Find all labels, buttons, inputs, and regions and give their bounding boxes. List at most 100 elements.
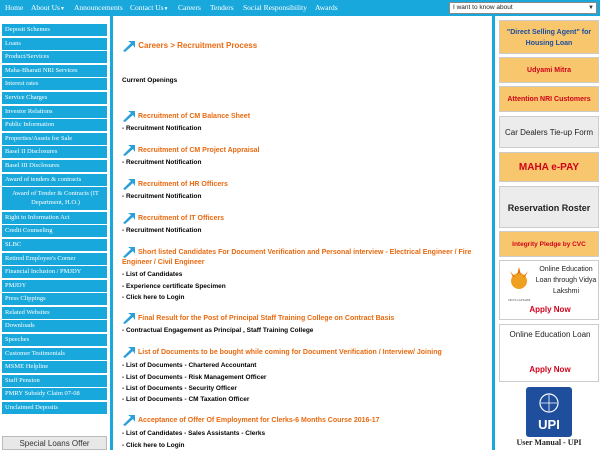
opening-link[interactable]: - List of Documents - Risk Management Of… xyxy=(122,374,266,381)
sidebar-item[interactable]: Customer Testimonials xyxy=(2,347,107,360)
know-about-select-value: I want to know about xyxy=(453,4,513,11)
opening-heading-text: Recruitment of CM Balance Sheet xyxy=(138,112,251,120)
opening-heading-link[interactable]: Recruitment of CM Project Appraisal xyxy=(122,144,260,156)
nri-customers-banner[interactable]: Attention NRI Customers xyxy=(499,86,599,112)
opening-heading-link[interactable]: Short listed Candidates For Document Ver… xyxy=(122,246,482,268)
opening-link[interactable]: - Experience certificate Specimen xyxy=(122,283,226,290)
arrow-icon xyxy=(122,246,136,258)
education-apply-now: Apply Now xyxy=(529,365,571,374)
sidebar-item[interactable]: Related Websites xyxy=(2,306,107,319)
arrow-icon xyxy=(122,178,136,190)
left-divider xyxy=(110,16,113,450)
opening-link[interactable]: - List of Documents - CM Taxation Office… xyxy=(122,396,249,403)
nav-careers[interactable]: Careers xyxy=(178,0,201,16)
opening-link[interactable]: - Recruitment Notification xyxy=(122,193,201,200)
sidebar-item[interactable]: Deposit Schemes xyxy=(2,24,107,36)
upi-logo: UPI xyxy=(526,387,572,437)
opening-heading-link[interactable]: List of Documents to be bought while com… xyxy=(122,346,442,358)
nav-announcements[interactable]: Announcements xyxy=(74,0,123,16)
left-sidebar: Deposit Schemes Loans Product/Services Maha… xyxy=(2,24,107,416)
car-dealers-tieup-banner[interactable]: Car Dealers Tie-up Form xyxy=(499,116,599,148)
vidya-lakshmi-banner[interactable]: VIDYA LAKSHMI Online Education Loan thro… xyxy=(499,260,599,320)
opening-link[interactable]: - Contractual Engagement as Principal , … xyxy=(122,327,313,334)
sidebar-item[interactable]: SLBC xyxy=(2,238,107,251)
nav-tenders[interactable]: Tenders xyxy=(210,0,234,16)
maha-epay-banner[interactable]: MAHA e-PAY xyxy=(499,152,599,182)
chevron-down-icon: ▼ xyxy=(59,7,65,12)
sidebar-item[interactable]: Downloads xyxy=(2,320,107,333)
sidebar-item[interactable]: Staff Pension xyxy=(2,374,107,387)
nav-about-us[interactable]: About Us▼ xyxy=(31,0,65,16)
reservation-roster-banner[interactable]: Reservation Roster xyxy=(499,186,599,228)
sidebar-item[interactable]: Loans xyxy=(2,37,107,50)
arrow-icon xyxy=(122,346,136,358)
right-divider xyxy=(492,16,495,450)
sidebar-item[interactable]: Financial Inclusion / PMJDY xyxy=(2,266,107,279)
opening-heading-link[interactable]: Recruitment of IT Officers xyxy=(122,212,224,224)
sidebar-item[interactable]: Interest rates xyxy=(2,78,107,91)
special-loans-offer[interactable]: Special Loans Offer xyxy=(2,436,107,450)
arrow-icon xyxy=(122,414,136,426)
opening-heading-link[interactable]: Recruitment of HR Officers xyxy=(122,178,228,190)
upi-logo-text: UPI xyxy=(538,417,560,432)
sidebar-item[interactable]: Retired Employee's Corner xyxy=(2,252,107,265)
sidebar-item[interactable]: PMRY Subsidy Claim 07-08 xyxy=(2,388,107,401)
sidebar-item[interactable]: PMJDY xyxy=(2,279,107,292)
sidebar-item[interactable]: Credit Counseling xyxy=(2,225,107,238)
upi-banner[interactable]: UPI User Manual - UPI xyxy=(499,385,599,450)
opening-link[interactable]: - Recruitment Notification xyxy=(122,159,201,166)
udyami-mitra-banner[interactable]: Udyami Mitra xyxy=(499,57,599,83)
nav-about-us-label: About Us xyxy=(31,3,60,12)
opening-heading-link[interactable]: Recruitment of CM Balance Sheet xyxy=(122,110,250,122)
sidebar-item[interactable]: Award of tenders & contracts xyxy=(2,173,107,186)
opening-link[interactable]: - Recruitment Notification xyxy=(122,227,201,234)
opening-link[interactable]: - Recruitment Notification xyxy=(122,125,201,132)
breadcrumb: Careers > Recruitment Process xyxy=(122,40,257,52)
sidebar-item[interactable]: Unclaimed Deposits xyxy=(2,402,107,415)
sidebar-item[interactable]: Public Information xyxy=(2,119,107,132)
dsa-housing-loan-banner[interactable]: "Direct Selling Agent" for Housing Loan xyxy=(499,20,599,54)
current-openings-label: Current Openings xyxy=(122,77,178,84)
vidya-lakshmi-text: Online Education Loan through Vidya Laks… xyxy=(535,266,597,295)
nav-home[interactable]: Home xyxy=(5,0,23,16)
opening-heading-text: Final Result for the Post of Principal S… xyxy=(138,314,395,322)
opening-heading-link[interactable]: Final Result for the Post of Principal S… xyxy=(122,312,394,324)
online-education-loan-banner[interactable]: Online Education Loan Apply Now xyxy=(499,324,599,382)
sidebar-item[interactable]: Maha-Bharati NRI Services xyxy=(2,64,107,77)
sidebar-item[interactable]: Product/Services xyxy=(2,51,107,64)
opening-heading-text: Acceptance of Offer Of Employment for Cl… xyxy=(138,416,380,424)
sidebar-item[interactable]: Basel III Disclosures xyxy=(2,159,107,172)
chevron-down-icon: ▼ xyxy=(163,7,169,12)
opening-heading-text: Short listed Candidates For Document Ver… xyxy=(122,248,472,266)
opening-link[interactable]: - List of Candidates - Sales Assistants … xyxy=(122,430,265,437)
sidebar-item[interactable]: Investor Relations xyxy=(2,105,107,118)
arrow-icon xyxy=(122,144,136,156)
nav-awards[interactable]: Awards xyxy=(315,0,338,16)
online-education-loan-text: Online Education Loan xyxy=(509,330,591,339)
upi-user-manual-text: User Manual - UPI xyxy=(516,438,582,447)
sidebar-item[interactable]: Right to Information Act xyxy=(2,211,107,224)
nav-contact-us[interactable]: Contact Us▼ xyxy=(130,0,169,16)
sidebar-item[interactable]: Basel II Disclosures xyxy=(2,146,107,159)
top-nav-bar: Home About Us▼ Announcements Contact Us▼… xyxy=(0,0,600,16)
opening-heading-text: Recruitment of HR Officers xyxy=(138,180,228,188)
sidebar-item[interactable]: Properties/Assets for Sale xyxy=(2,132,107,145)
vidya-lakshmi-logo-text: VIDYA LAKSHMI xyxy=(507,298,531,302)
sidebar-item[interactable]: MSME Helpline xyxy=(2,361,107,374)
nav-social-responsibility[interactable]: Social Responsibility xyxy=(243,0,307,16)
sidebar-item[interactable]: Speeches xyxy=(2,334,107,347)
sidebar-item[interactable]: Award of Tender & Contracts (IT Departme… xyxy=(2,187,107,211)
opening-link[interactable]: - List of Candidates xyxy=(122,271,182,278)
sidebar-item[interactable]: Service Charges xyxy=(2,91,107,104)
opening-link[interactable]: - Click here to Login xyxy=(122,294,184,301)
arrow-icon xyxy=(122,110,136,122)
integrity-pledge-banner[interactable]: Integrity Pledge by CVC xyxy=(499,231,599,257)
arrow-icon xyxy=(122,40,136,52)
opening-link[interactable]: - List of Documents - Chartered Accounta… xyxy=(122,362,256,369)
know-about-select[interactable]: I want to know about ▼ xyxy=(449,2,597,14)
opening-link[interactable]: - Click here to Login xyxy=(122,442,184,449)
nav-contact-us-label: Contact Us xyxy=(130,3,164,12)
opening-heading-link[interactable]: Acceptance of Offer Of Employment for Cl… xyxy=(122,414,380,426)
opening-link[interactable]: - List of Documents - Security Officer xyxy=(122,385,237,392)
sidebar-item[interactable]: Press Clippings xyxy=(2,293,107,306)
